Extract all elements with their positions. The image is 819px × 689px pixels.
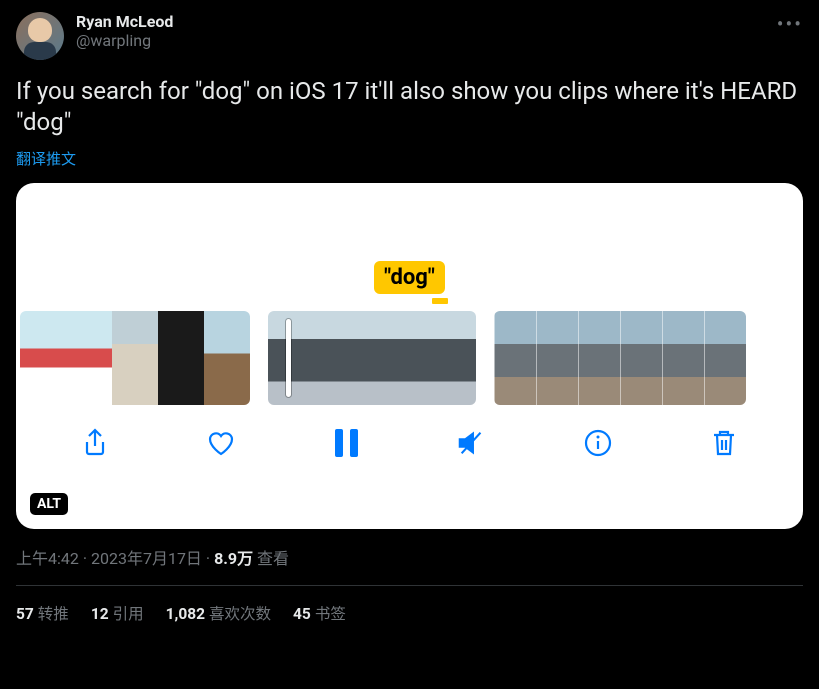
retweets-stat[interactable]: 57转推 [16,602,69,624]
tweet-stats: 57转推 12引用 1,082喜欢次数 45书签 [16,602,803,624]
clip-frame [662,311,704,405]
date[interactable]: 2023年7月17日 [91,549,202,568]
clip-frame [20,311,66,405]
quotes-stat[interactable]: 12引用 [91,602,144,624]
clip-frame [268,311,320,405]
clip-frame [704,311,746,405]
trash-icon[interactable] [708,427,740,459]
clip-frame [112,311,158,405]
alt-badge[interactable]: ALT [30,493,68,515]
clip-frame [494,311,536,405]
timestamp[interactable]: 上午4:42 [16,549,79,568]
badge-marker [432,298,448,304]
info-icon[interactable] [582,427,614,459]
clip-frame [536,311,578,405]
share-icon[interactable] [79,427,111,459]
search-term-badge: "dog" [372,261,448,304]
clip-frame [620,311,662,405]
clip-frame [424,311,476,405]
mute-icon[interactable] [456,427,488,459]
avatar[interactable] [16,12,64,60]
clip-frame [158,311,204,405]
pause-icon[interactable] [331,427,363,459]
author-names[interactable]: Ryan McLeod @warpling [76,12,173,50]
tweet-text: If you search for "dog" on iOS 17 it'll … [16,76,803,138]
clip-thumbnail-group[interactable] [494,311,746,405]
tweet-meta: 上午4:42 · 2023年7月17日 · 8.9万 查看 [16,545,803,569]
clip-frame [578,311,620,405]
display-name: Ryan McLeod [76,12,173,31]
views-label: 查看 [253,549,289,568]
media-attachment[interactable]: "dog" [16,183,803,529]
more-icon[interactable]: ••• [777,12,803,36]
likes-stat[interactable]: 1,082喜欢次数 [166,602,271,624]
clip-frame [372,311,424,405]
search-term-text: "dog" [374,261,445,294]
clip-thumbnail-group[interactable] [20,311,250,405]
views-count: 8.9万 [214,549,253,568]
divider [16,585,803,586]
handle: @warpling [76,31,173,50]
clip-frame [66,311,112,405]
translate-link[interactable]: 翻译推文 [16,148,803,169]
clip-frame [204,311,250,405]
tweet-container: Ryan McLeod @warpling ••• If you search … [0,0,819,636]
video-timeline[interactable] [16,311,803,405]
clip-thumbnail-group-active[interactable] [268,311,476,405]
heart-icon[interactable] [205,427,237,459]
bookmarks-stat[interactable]: 45书签 [293,602,346,624]
media-toolbar [16,405,803,479]
tweet-header: Ryan McLeod @warpling ••• [16,12,803,60]
clip-frame [320,311,372,405]
